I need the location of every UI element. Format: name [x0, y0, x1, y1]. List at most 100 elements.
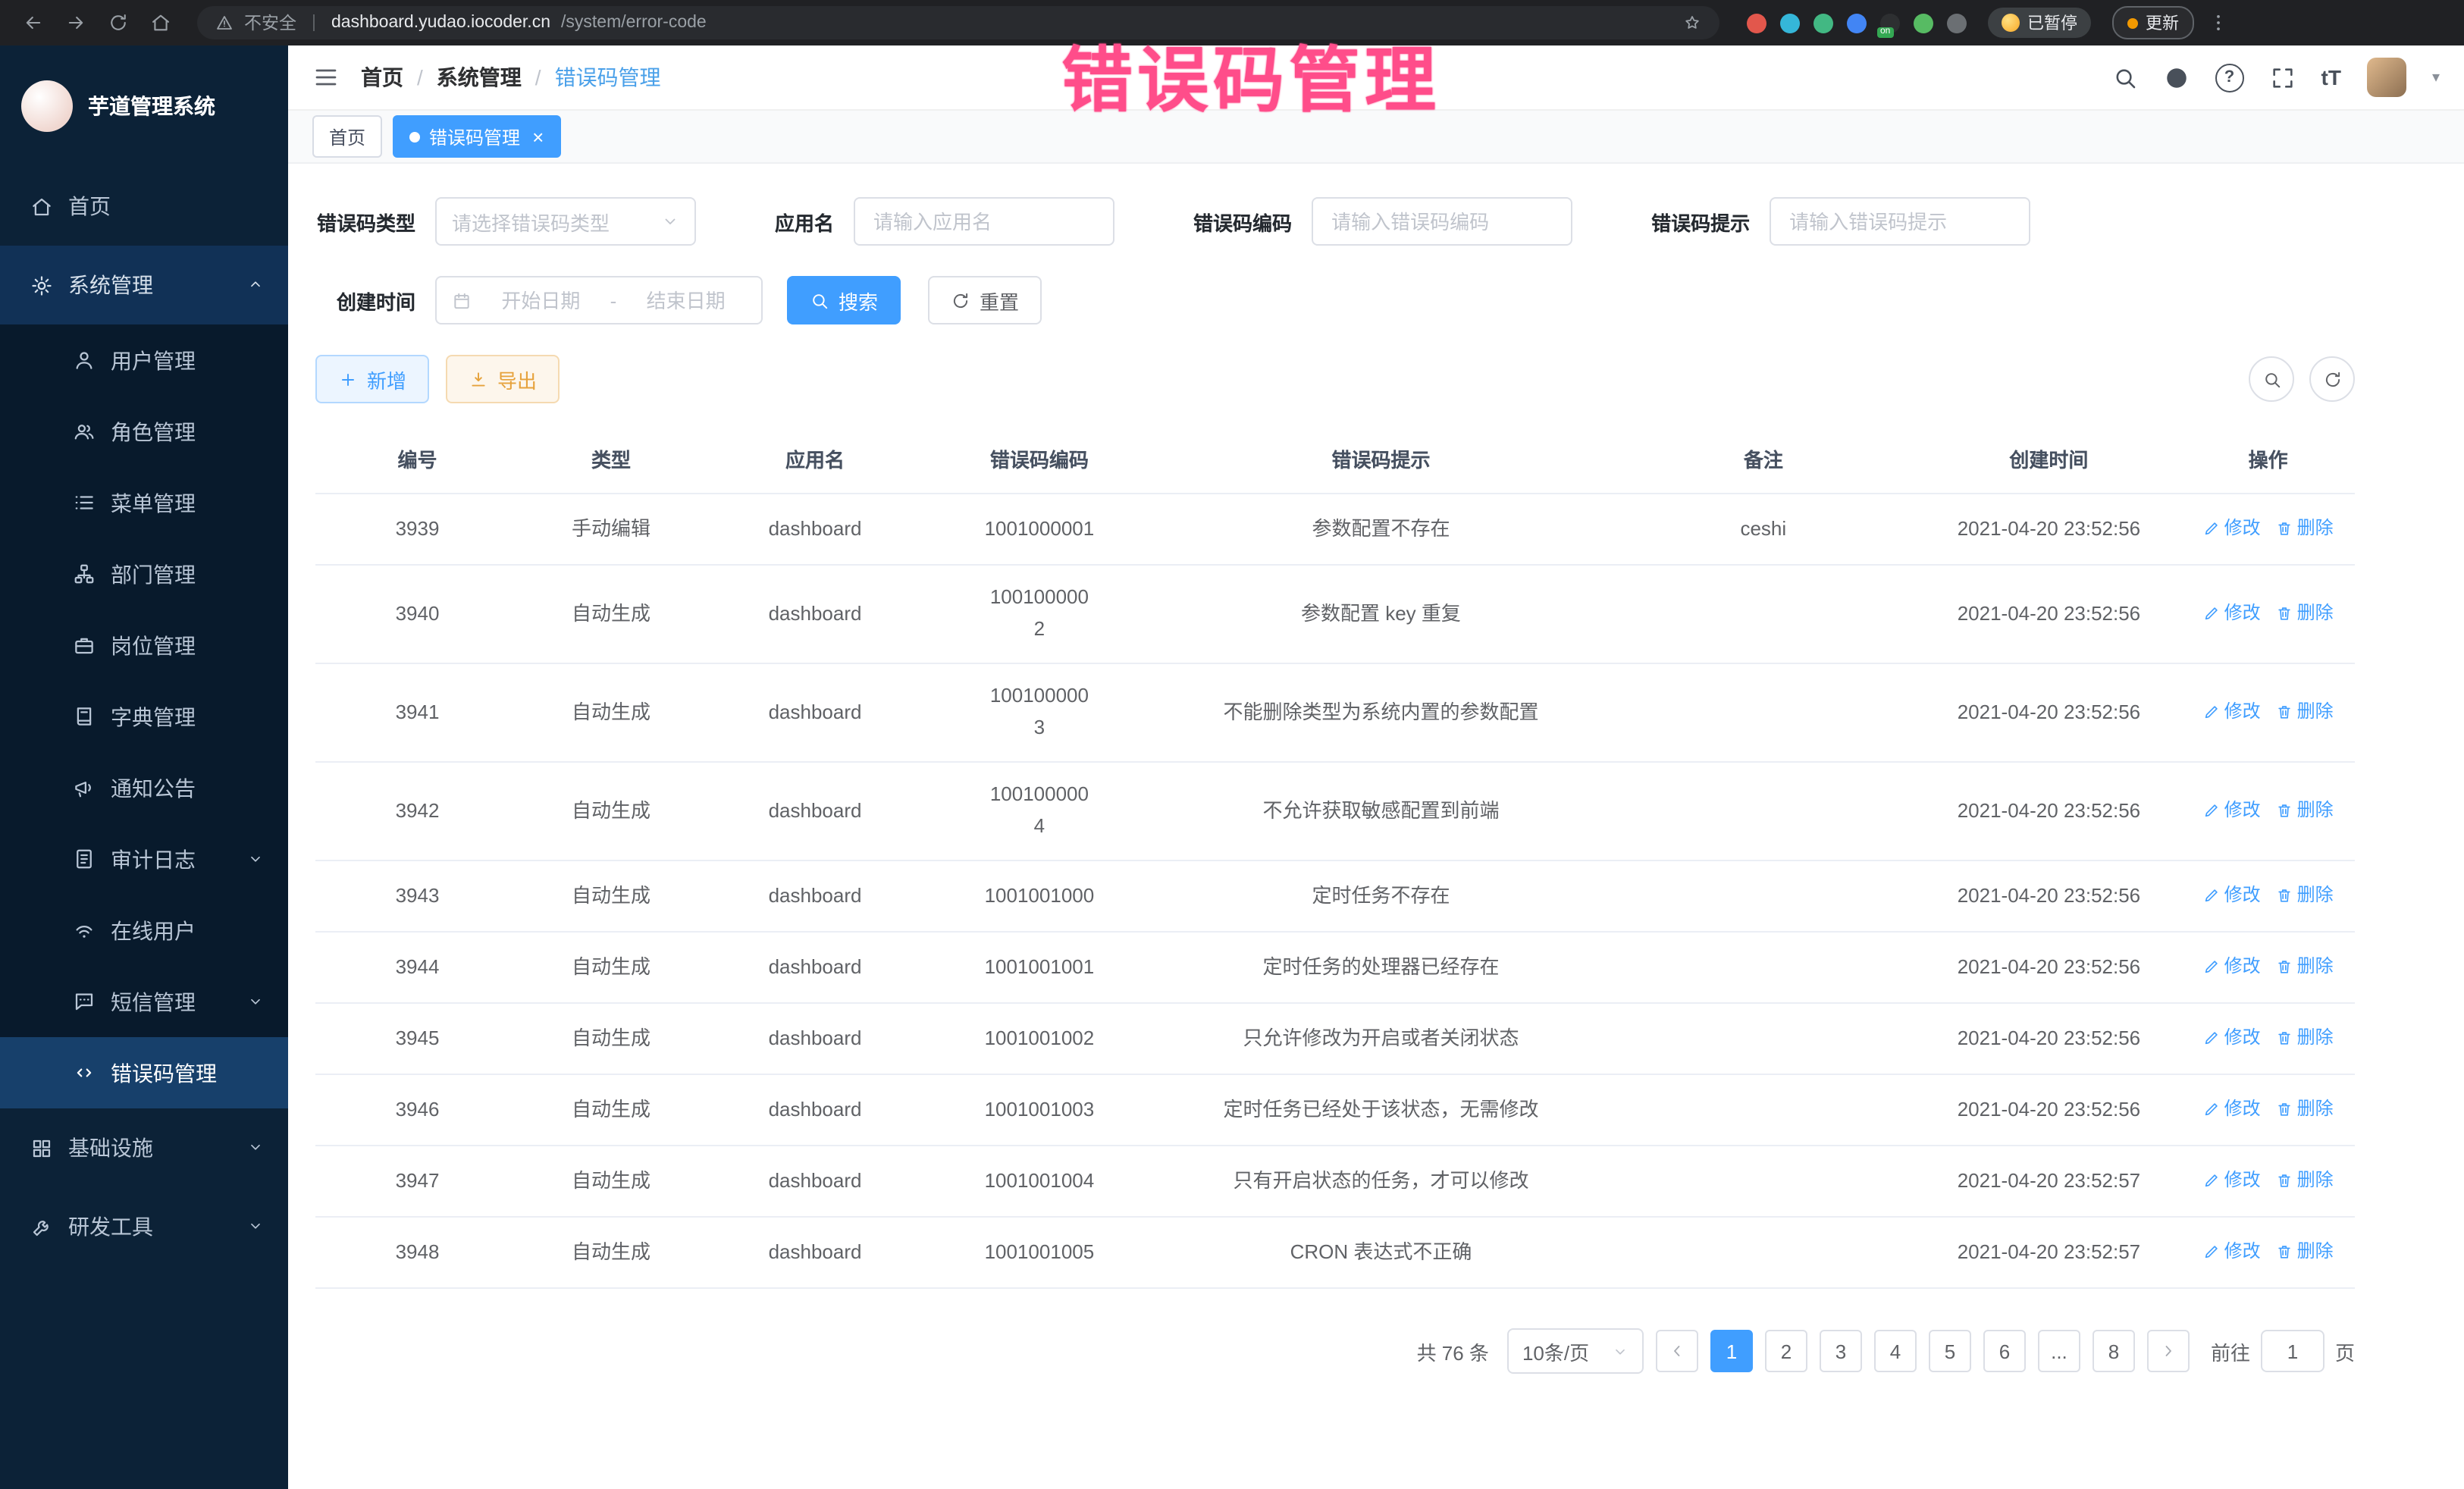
insecure-warning-icon [215, 14, 234, 32]
cell-id: 3939 [315, 506, 519, 553]
delete-link[interactable]: 删除 [2276, 881, 2334, 908]
close-icon[interactable]: × [532, 127, 544, 146]
delete-link[interactable]: 删除 [2276, 697, 2334, 725]
delete-link[interactable]: 删除 [2276, 1095, 2334, 1122]
page-button-1[interactable]: 1 [1710, 1330, 1753, 1372]
megaphone-icon [73, 776, 96, 799]
page-button-3[interactable]: 3 [1820, 1330, 1862, 1372]
search-button[interactable]: 搜索 [787, 276, 901, 324]
next-page-button[interactable] [2147, 1330, 2190, 1372]
edit-link[interactable]: 修改 [2203, 881, 2261, 908]
delete-link[interactable]: 删除 [2276, 952, 2334, 980]
page-button-2[interactable]: 2 [1765, 1330, 1807, 1372]
sidebar-item-infra[interactable]: 基础设施 [0, 1108, 288, 1187]
sidebar-item-post[interactable]: 岗位管理 [0, 610, 288, 681]
extension-icon[interactable] [1847, 13, 1867, 33]
collapse-sidebar-icon[interactable] [312, 64, 340, 91]
edit-link[interactable]: 修改 [2203, 599, 2261, 626]
back-icon[interactable] [15, 5, 52, 41]
font-size-icon[interactable]: tT [2321, 65, 2341, 89]
users-icon [73, 420, 96, 443]
security-label[interactable]: 不安全 [244, 11, 296, 35]
delete-link[interactable]: 删除 [2276, 1023, 2334, 1051]
tab-错误码管理[interactable]: 错误码管理× [393, 115, 560, 158]
cell-code: 1001000001 [927, 506, 1152, 553]
sidebar-item-audit[interactable]: 审计日志 [0, 823, 288, 895]
help-icon[interactable]: ? [2215, 63, 2244, 92]
fullscreen-icon[interactable] [2270, 64, 2296, 90]
error-hint-input[interactable] [1786, 208, 2014, 234]
goto-page-input[interactable] [2261, 1330, 2324, 1372]
update-chip[interactable]: 更新 [2112, 6, 2194, 39]
breadcrumb-item[interactable]: 系统管理 [437, 62, 522, 92]
refresh-table-button[interactable] [2309, 356, 2355, 402]
edit-link[interactable]: 修改 [2203, 796, 2261, 823]
breadcrumb-item[interactable]: 首页 [361, 62, 403, 92]
page-button-6[interactable]: 6 [1983, 1330, 2026, 1372]
page-size-select[interactable]: 10条/页 [1507, 1328, 1644, 1374]
sidebar-item-menu[interactable]: 菜单管理 [0, 467, 288, 538]
edit-link[interactable]: 修改 [2203, 697, 2261, 725]
page-button-5[interactable]: 5 [1929, 1330, 1971, 1372]
browser-menu-icon[interactable] [2200, 5, 2237, 41]
chevron-down-icon[interactable]: ▾ [2432, 69, 2440, 86]
delete-link[interactable]: 删除 [2276, 796, 2334, 823]
tab-首页[interactable]: 首页 [312, 115, 382, 158]
search-icon[interactable] [2112, 64, 2138, 90]
paused-chip[interactable]: 已暂停 [1988, 8, 2091, 38]
extension-icon[interactable] [1914, 13, 1933, 33]
edit-link[interactable]: 修改 [2203, 1095, 2261, 1122]
sidebar-item-dict[interactable]: 字典管理 [0, 681, 288, 752]
start-date-input[interactable] [481, 287, 601, 313]
export-button[interactable]: 导出 [446, 355, 560, 403]
edit-link[interactable]: 修改 [2203, 514, 2261, 541]
delete-link[interactable]: 删除 [2276, 514, 2334, 541]
app-name-input[interactable] [870, 208, 1098, 234]
bookmark-star-icon[interactable] [1683, 14, 1701, 32]
add-button-label: 新增 [367, 365, 406, 393]
github-icon[interactable] [2164, 64, 2190, 90]
sidebar-item-system[interactable]: 系统管理 [0, 246, 288, 324]
extension-icon[interactable] [1780, 13, 1800, 33]
delete-link[interactable]: 删除 [2276, 1166, 2334, 1193]
forward-icon[interactable] [58, 5, 94, 41]
error-code-input[interactable] [1328, 208, 1556, 234]
cell-type: 自动生成 [519, 788, 703, 835]
sidebar-item-tools[interactable]: 研发工具 [0, 1187, 288, 1266]
reset-button[interactable]: 重置 [928, 276, 1042, 324]
address-bar[interactable]: 不安全 | dashboard.yudao.iocoder.cn/system/… [197, 6, 1719, 39]
edit-link[interactable]: 修改 [2203, 952, 2261, 980]
sidebar-item-online[interactable]: 在线用户 [0, 895, 288, 966]
error-type-select[interactable]: 请选择错误码类型 [435, 197, 696, 246]
extension-icon[interactable] [1747, 13, 1766, 33]
extension-icon[interactable] [1947, 13, 1967, 33]
home-icon[interactable] [143, 5, 179, 41]
add-button[interactable]: 新增 [315, 355, 429, 403]
page-button-4[interactable]: 4 [1874, 1330, 1917, 1372]
edit-link[interactable]: 修改 [2203, 1166, 2261, 1193]
delete-link[interactable]: 删除 [2276, 1237, 2334, 1265]
sidebar-item-notice[interactable]: 通知公告 [0, 752, 288, 823]
date-range-picker[interactable]: - [435, 276, 763, 324]
edit-link[interactable]: 修改 [2203, 1237, 2261, 1265]
reload-icon[interactable] [100, 5, 136, 41]
error-hint-field [1770, 197, 2030, 246]
sidebar-item-sms[interactable]: 短信管理 [0, 966, 288, 1037]
sidebar-item-dept[interactable]: 部门管理 [0, 538, 288, 610]
prev-page-button[interactable] [1656, 1330, 1698, 1372]
toggle-search-button[interactable] [2249, 356, 2294, 402]
sidebar-item-home[interactable]: 首页 [0, 167, 288, 246]
edit-link[interactable]: 修改 [2203, 1023, 2261, 1051]
cell-message: 参数配置不存在 [1152, 506, 1610, 553]
page-button-8[interactable]: 8 [2093, 1330, 2135, 1372]
extension-icon[interactable]: on [1880, 13, 1900, 33]
app-logo[interactable]: 芋道管理系统 [0, 45, 288, 167]
page-button-...[interactable]: ... [2038, 1330, 2080, 1372]
sidebar-item-errorcode[interactable]: 错误码管理 [0, 1037, 288, 1108]
sidebar-item-user[interactable]: 用户管理 [0, 324, 288, 396]
delete-link[interactable]: 删除 [2276, 599, 2334, 626]
sidebar-item-role[interactable]: 角色管理 [0, 396, 288, 467]
user-avatar[interactable] [2367, 58, 2406, 97]
end-date-input[interactable] [625, 287, 746, 313]
extension-icon[interactable] [1814, 13, 1833, 33]
